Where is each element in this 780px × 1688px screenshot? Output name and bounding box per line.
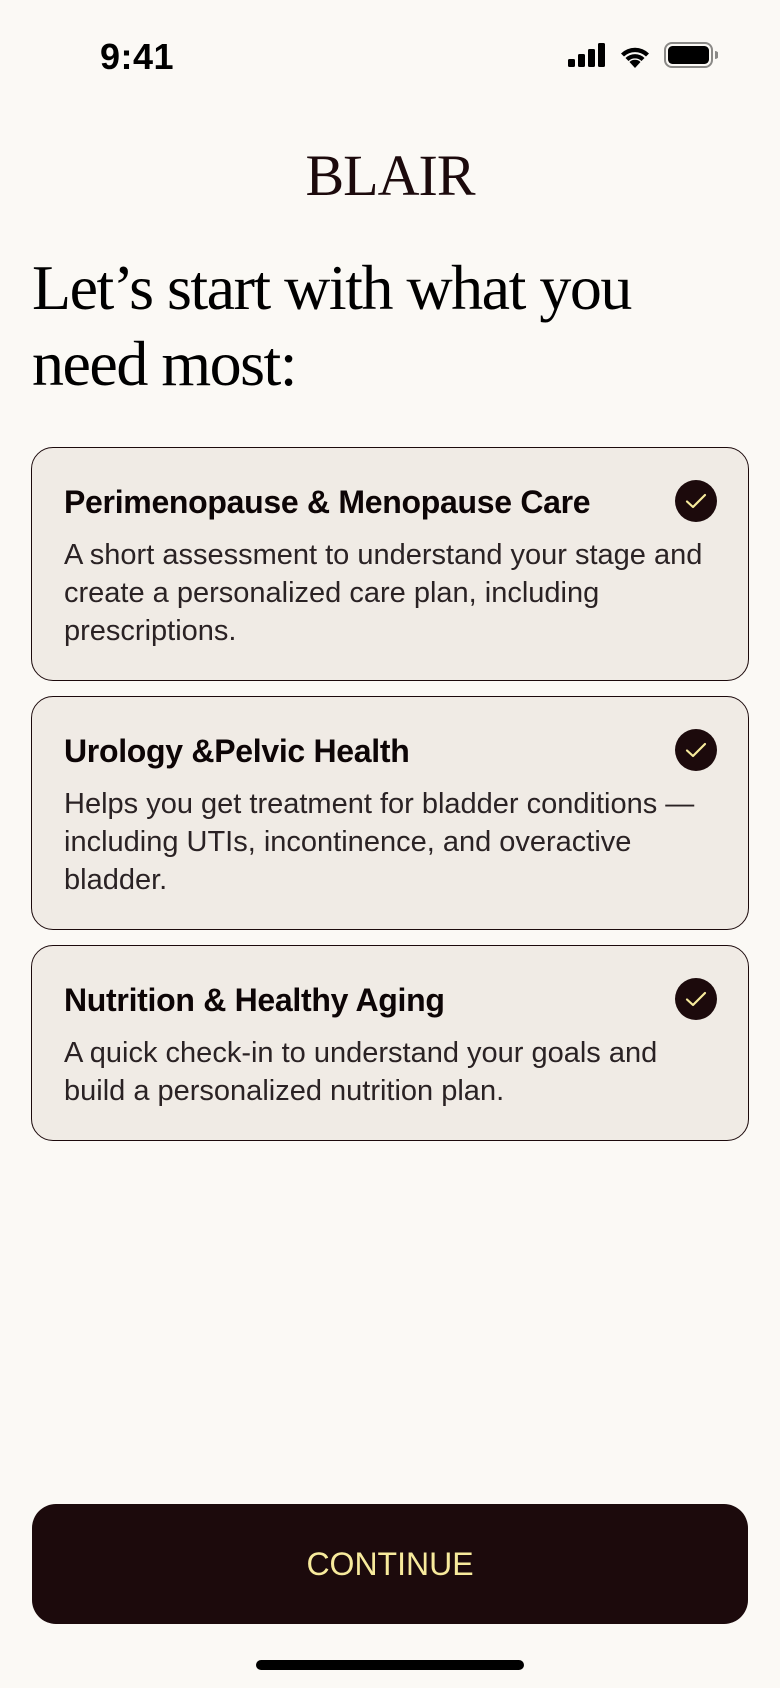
battery-icon [664, 42, 719, 73]
option-card-nutrition[interactable]: Nutrition & Healthy Aging A quick check-… [31, 945, 749, 1141]
home-indicator [256, 1660, 524, 1670]
app-logo: BLAIR [305, 143, 476, 208]
wifi-icon [618, 43, 652, 73]
option-title: Perimenopause & Menopause Care [64, 484, 591, 520]
status-bar: 9:41 [0, 0, 780, 110]
option-title: Urology &Pelvic Health [64, 733, 410, 769]
option-description: Helps you get treatment for bladder cond… [64, 788, 695, 896]
checkmark-icon[interactable] [675, 978, 717, 1020]
option-description: A short assessment to understand your st… [64, 539, 703, 647]
option-description: A quick check-in to understand your goal… [64, 1037, 658, 1107]
status-icons [568, 42, 719, 73]
checkmark-icon[interactable] [675, 480, 717, 522]
checkmark-icon[interactable] [675, 729, 717, 771]
care-options-list: Perimenopause & Menopause Care A short a… [31, 447, 749, 1156]
option-title: Nutrition & Healthy Aging [64, 982, 445, 1018]
status-time: 9:41 [100, 36, 175, 77]
continue-button[interactable]: CONTINUE [32, 1504, 748, 1624]
option-card-pelvic-health[interactable]: Urology &Pelvic Health Helps you get tre… [31, 696, 749, 930]
page-heading: Let’s start with what you need most: [32, 252, 632, 399]
cellular-signal-icon [568, 43, 606, 72]
option-card-menopause-care[interactable]: Perimenopause & Menopause Care A short a… [31, 447, 749, 681]
